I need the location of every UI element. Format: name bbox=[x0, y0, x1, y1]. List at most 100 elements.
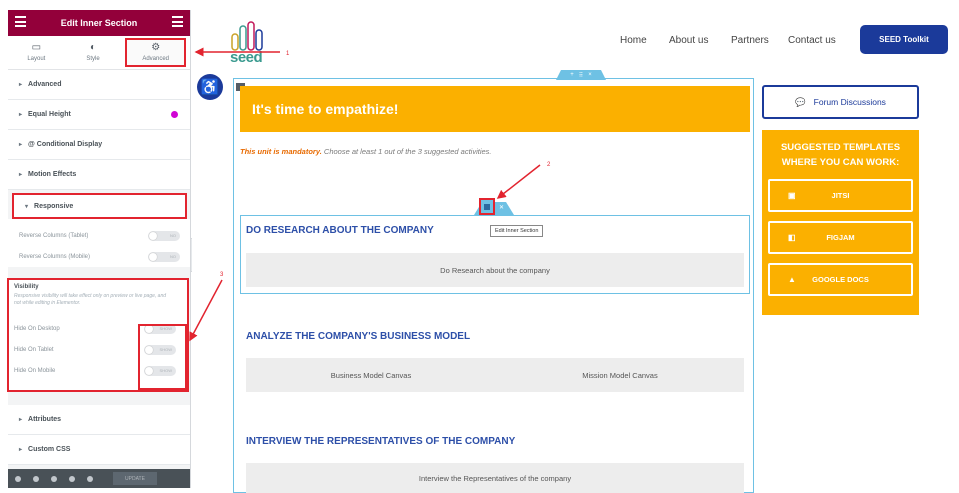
history-icon[interactable] bbox=[51, 475, 57, 482]
caret-right-icon: ▸ bbox=[19, 82, 23, 88]
card-mission-model-canvas[interactable]: Mission Model Canvas bbox=[496, 358, 744, 392]
reverse-columns-tablet-row: Reverse Columns (Tablet) NO bbox=[19, 225, 180, 246]
visibility-description: Responsive visibility will take effect o… bbox=[14, 293, 167, 306]
section-conditional-display[interactable]: ▸ @ Conditional Display bbox=[8, 130, 190, 160]
settings-icon[interactable] bbox=[15, 475, 21, 482]
gear-icon: ⚙ bbox=[151, 42, 161, 53]
section-motion-effects[interactable]: ▸ Motion Effects bbox=[8, 160, 190, 190]
site-header: seed Home About us Partners Contact us S… bbox=[192, 10, 959, 72]
section-label: Custom CSS bbox=[28, 446, 71, 453]
card-interview[interactable]: Interview the Representatives of the com… bbox=[246, 463, 744, 493]
section-title: DO RESEARCH ABOUT THE COMPANY bbox=[246, 225, 434, 236]
caret-right-icon: ▸ bbox=[19, 112, 23, 118]
section-custom-css[interactable]: ▸ Custom CSS bbox=[8, 435, 190, 465]
update-button[interactable]: UPDATE bbox=[113, 472, 157, 485]
hide-on-tablet-row: Hide On Tablet SHOW bbox=[14, 339, 182, 360]
elementor-panel: Edit Inner Section ▭ Layout ◐ Style ⚙ Ad… bbox=[8, 10, 191, 488]
move-icon[interactable]: ⠿ bbox=[579, 72, 583, 79]
navigator-icon[interactable] bbox=[33, 475, 39, 482]
visibility-box: Visibility Responsive visibility will ta… bbox=[7, 278, 189, 392]
panel-header: Edit Inner Section bbox=[8, 10, 190, 36]
toggle-label: Reverse Columns (Tablet) bbox=[19, 232, 89, 239]
section-label: Attributes bbox=[28, 416, 62, 423]
tooltip: Edit Inner Section bbox=[490, 225, 544, 237]
tab-style-label: Style bbox=[86, 56, 100, 62]
panel-tabs: ▭ Layout ◐ Style ⚙ Advanced bbox=[8, 36, 190, 70]
section-advanced[interactable]: ▸ Advanced bbox=[8, 70, 190, 100]
caret-down-icon: ▾ bbox=[25, 203, 29, 210]
panel-title: Edit Inner Section bbox=[60, 18, 138, 28]
tab-layout[interactable]: ▭ Layout bbox=[8, 36, 65, 69]
empathize-banner: It's time to empathize! bbox=[240, 86, 750, 132]
section-title: INTERVIEW THE REPRESENTATIVES OF THE COM… bbox=[246, 436, 516, 447]
close-icon[interactable]: ✕ bbox=[499, 204, 504, 211]
nav-home[interactable]: Home bbox=[620, 35, 647, 46]
add-icon[interactable]: + bbox=[570, 72, 574, 78]
card-business-model-canvas[interactable]: Business Model Canvas bbox=[246, 358, 496, 392]
close-icon[interactable]: × bbox=[588, 72, 592, 78]
logo-text: seed bbox=[230, 49, 263, 66]
pro-badge-icon bbox=[171, 111, 178, 118]
nav-contact-us[interactable]: Contact us bbox=[788, 35, 836, 46]
section-handle[interactable]: + ⠿ × bbox=[556, 70, 606, 80]
nav-partners[interactable]: Partners bbox=[731, 35, 769, 46]
toggle-label: Hide On Desktop bbox=[14, 325, 60, 332]
section-title: ANALYZE THE COMPANY'S BUSINESS MODEL bbox=[246, 331, 471, 342]
forum-label: Forum Discussions bbox=[813, 97, 886, 107]
hide-on-mobile-row: Hide On Mobile SHOW bbox=[14, 360, 182, 381]
caret-right-icon: ▸ bbox=[19, 142, 23, 148]
seed-toolkit-button[interactable]: SEED Toolkit bbox=[860, 25, 948, 54]
tab-advanced[interactable]: ⚙ Advanced bbox=[125, 38, 187, 67]
caret-right-icon: ▸ bbox=[19, 417, 23, 423]
chat-icon: 💬 bbox=[795, 96, 806, 107]
hide-on-desktop-row: Hide On Desktop SHOW bbox=[14, 318, 182, 339]
video-icon: ▣ bbox=[788, 191, 796, 200]
layout-icon: ▭ bbox=[31, 42, 42, 53]
nav-about-us[interactable]: About us bbox=[669, 35, 708, 46]
site-preview: seed Home About us Partners Contact us S… bbox=[192, 10, 959, 493]
reverse-columns-tablet-toggle[interactable]: NO bbox=[148, 230, 180, 241]
reverse-columns-mobile-toggle[interactable]: NO bbox=[148, 251, 180, 262]
figjam-icon: ◧ bbox=[788, 233, 796, 242]
section-attributes[interactable]: ▸ Attributes bbox=[8, 405, 190, 435]
style-icon: ◐ bbox=[89, 42, 97, 53]
section-label: Responsive bbox=[34, 202, 74, 210]
menu-icon[interactable] bbox=[15, 16, 26, 27]
panel-footer: UPDATE bbox=[8, 469, 190, 488]
mandatory-bold: This unit is mandatory. bbox=[240, 147, 322, 156]
hide-on-desktop-toggle[interactable]: SHOW bbox=[144, 323, 176, 334]
hide-on-mobile-toggle[interactable]: SHOW bbox=[144, 365, 176, 376]
edit-inner-section-icon[interactable] bbox=[479, 198, 495, 215]
forum-discussions-button[interactable]: 💬 Forum Discussions bbox=[762, 85, 919, 119]
tab-style[interactable]: ◐ Style bbox=[65, 36, 122, 69]
accessibility-icon[interactable]: ♿ bbox=[197, 74, 223, 100]
caret-right-icon: ▸ bbox=[19, 447, 23, 453]
preview-icon[interactable] bbox=[87, 475, 93, 482]
toggle-label: Hide On Tablet bbox=[14, 346, 54, 353]
tab-advanced-label: Advanced bbox=[142, 56, 170, 62]
visibility-title: Visibility bbox=[14, 284, 39, 290]
toggle-label: Hide On Mobile bbox=[14, 367, 56, 374]
section-equal-height[interactable]: ▸ Equal Height bbox=[8, 100, 190, 130]
section-label: Advanced bbox=[28, 81, 62, 88]
section-label: Equal Height bbox=[28, 111, 71, 118]
widgets-grid-icon[interactable] bbox=[172, 16, 183, 27]
drive-icon: ▲ bbox=[788, 275, 796, 284]
card-do-research[interactable]: Do Research about the company bbox=[246, 253, 744, 287]
template-figjam-button[interactable]: ◧ FIGJAM bbox=[768, 221, 913, 254]
tab-layout-label: Layout bbox=[27, 56, 46, 62]
templates-box: SUGGESTED TEMPLATES WHERE YOU CAN WORK: … bbox=[762, 130, 919, 315]
toggle-label: Reverse Columns (Mobile) bbox=[19, 253, 91, 260]
panel-lower-sections: ▸ Attributes ▸ Custom CSS bbox=[8, 405, 190, 465]
template-jitsi-button[interactable]: ▣ JITSI bbox=[768, 179, 913, 212]
responsive-body: Reverse Columns (Tablet) NO Reverse Colu… bbox=[8, 219, 190, 267]
section-responsive[interactable]: ▾ Responsive bbox=[12, 193, 187, 219]
mandatory-note: This unit is mandatory. Choose at least … bbox=[240, 147, 492, 156]
mandatory-rest: Choose at least 1 out of the 3 suggested… bbox=[321, 147, 492, 156]
screenshot: Edit Inner Section ▭ Layout ◐ Style ⚙ Ad… bbox=[0, 0, 959, 493]
reverse-columns-mobile-row: Reverse Columns (Mobile) NO bbox=[19, 246, 180, 267]
templates-title: SUGGESTED TEMPLATES WHERE YOU CAN WORK: bbox=[780, 142, 901, 168]
hide-on-tablet-toggle[interactable]: SHOW bbox=[144, 344, 176, 355]
template-google-docs-button[interactable]: ▲ GOOGLE DOCS bbox=[768, 263, 913, 296]
responsive-mode-icon[interactable] bbox=[69, 475, 75, 482]
